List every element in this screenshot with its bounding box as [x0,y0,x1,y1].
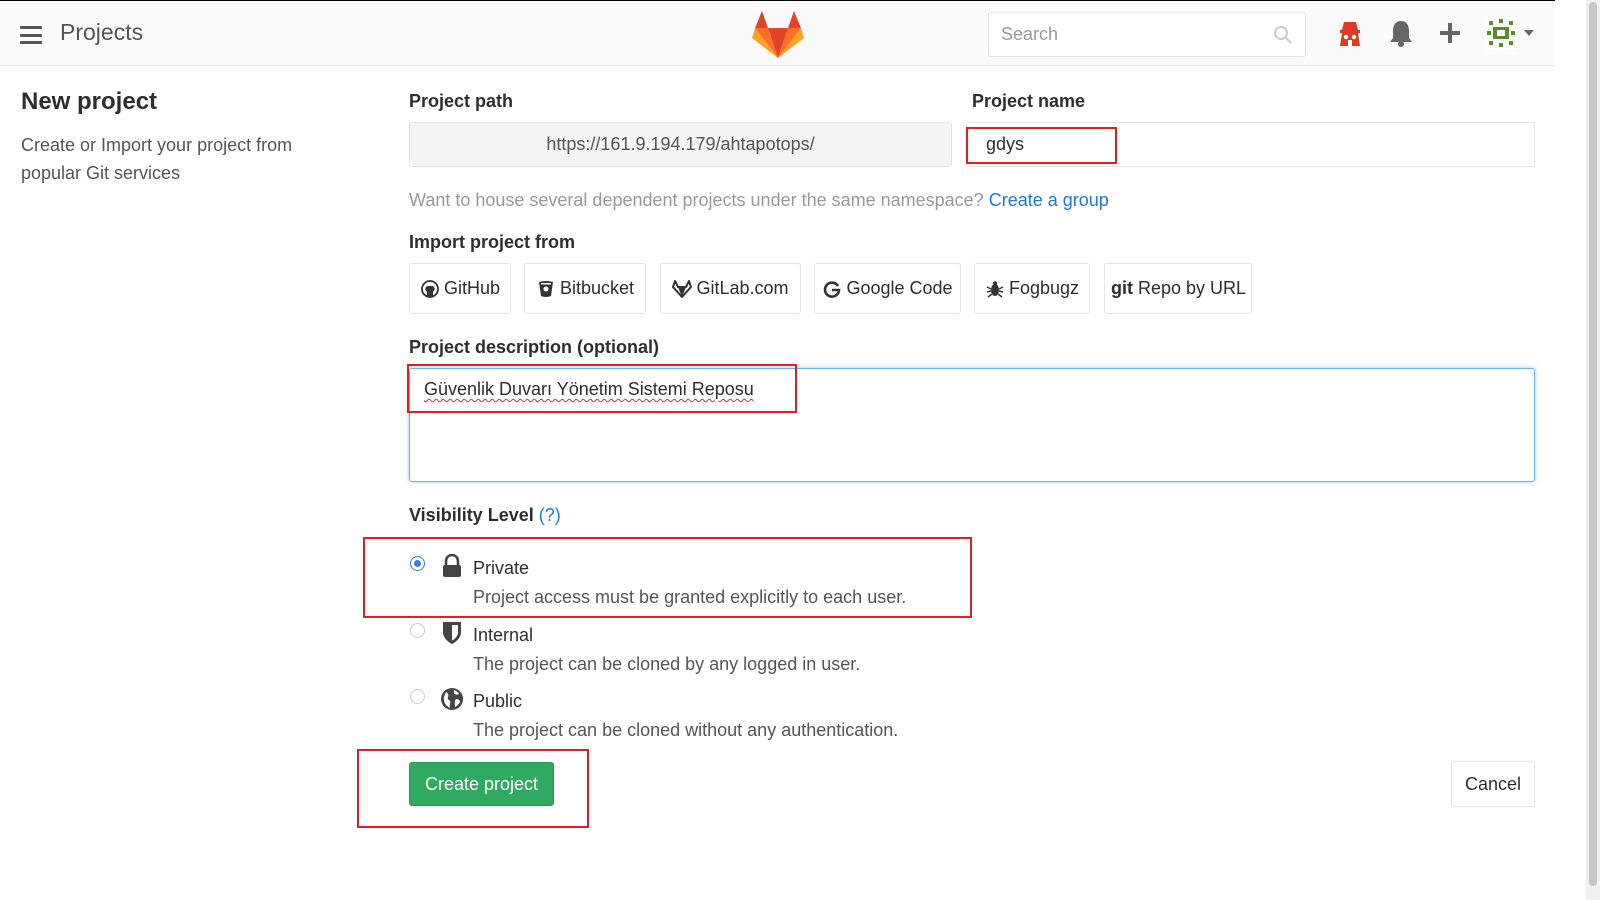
scrollbar-thumb[interactable] [1589,2,1597,886]
create-project-button[interactable]: Create project [409,762,554,806]
bell-icon[interactable] [1386,17,1416,49]
visibility-title: Public [473,691,523,711]
group-hint-text: Want to house several dependent projects… [409,190,984,210]
visibility-option-internal[interactable]: Internal The project can be cloned by an… [410,621,1010,681]
import-repo-url-button[interactable]: git Repo by URL [1104,263,1252,314]
import-bitbucket-button[interactable]: Bitbucket [524,263,646,314]
visibility-option-private[interactable]: Private Project access must be granted e… [410,554,1010,614]
import-gitlab-button[interactable]: GitLab.com [660,263,801,314]
gitlab-logo[interactable] [752,11,804,59]
import-source-label: Fogbugz [1008,278,1080,298]
project-name-input[interactable] [966,122,1535,167]
header-title: Projects [60,19,144,45]
project-path-label: Project path [409,91,514,111]
private-radio[interactable] [410,556,425,571]
plus-icon[interactable] [1435,17,1465,49]
import-label: Import project from [409,232,576,252]
github-icon [420,279,440,299]
import-source-label: GitHub [443,278,501,298]
top-navbar: Projects [0,0,1555,66]
page-description: Create or Import your project from popul… [21,135,293,183]
import-source-label: Bitbucket [559,278,635,298]
google-icon [822,279,842,299]
visibility-title: Private [473,558,530,578]
group-hint: Want to house several dependent projects… [409,190,1109,211]
hamburger-menu-icon[interactable] [20,26,42,44]
import-github-button[interactable]: GitHub [409,263,511,314]
import-fogbugz-button[interactable]: Fogbugz [974,263,1090,314]
cancel-button[interactable]: Cancel [1451,761,1535,807]
chevron-down-icon [1524,30,1534,36]
project-description-textarea[interactable]: Güvenlik Duvarı Yönetim Sistemi Reposu [409,368,1535,482]
visibility-title: Internal [473,625,534,645]
scrollbar[interactable] [1586,0,1600,900]
import-google-code-button[interactable]: Google Code [814,263,961,314]
create-group-link[interactable]: Create a group [989,190,1109,210]
search-icon [1274,26,1292,44]
visibility-option-public[interactable]: Public The project can be cloned without… [410,687,1010,747]
search-box[interactable] [988,12,1306,57]
project-path-field: https://161.9.194.179/ahtapotops/ [409,122,952,167]
description-label: Project description (optional) [409,337,660,357]
bug-icon [985,279,1005,299]
import-source-label: GitLab.com [696,278,789,298]
visibility-description: Project access must be granted explicitl… [473,587,907,607]
project-name-label: Project name [972,91,1086,111]
page-title: New project [21,88,158,115]
import-source-label: Google Code [846,278,953,298]
visibility-label: Visibility Level (?) [409,505,561,526]
globe-icon [441,688,463,710]
search-input[interactable] [989,13,1259,56]
visibility-description: The project can be cloned without any au… [473,720,899,740]
visibility-label-text: Visibility Level [409,505,534,525]
public-radio[interactable] [410,689,425,704]
visibility-description: The project can be cloned by any logged … [473,654,861,674]
bitbucket-icon [536,279,556,299]
git-icon: git [1110,278,1133,298]
import-source-label: Repo by URL [1137,278,1247,298]
visibility-help-link[interactable]: (?) [539,505,561,525]
internal-radio[interactable] [410,623,425,638]
avatar [1485,17,1517,49]
spy-icon[interactable] [1335,17,1365,49]
user-avatar-dropdown[interactable] [1482,17,1538,49]
gitlab-icon [672,279,693,299]
shield-icon [443,622,461,644]
lock-icon [443,554,461,577]
